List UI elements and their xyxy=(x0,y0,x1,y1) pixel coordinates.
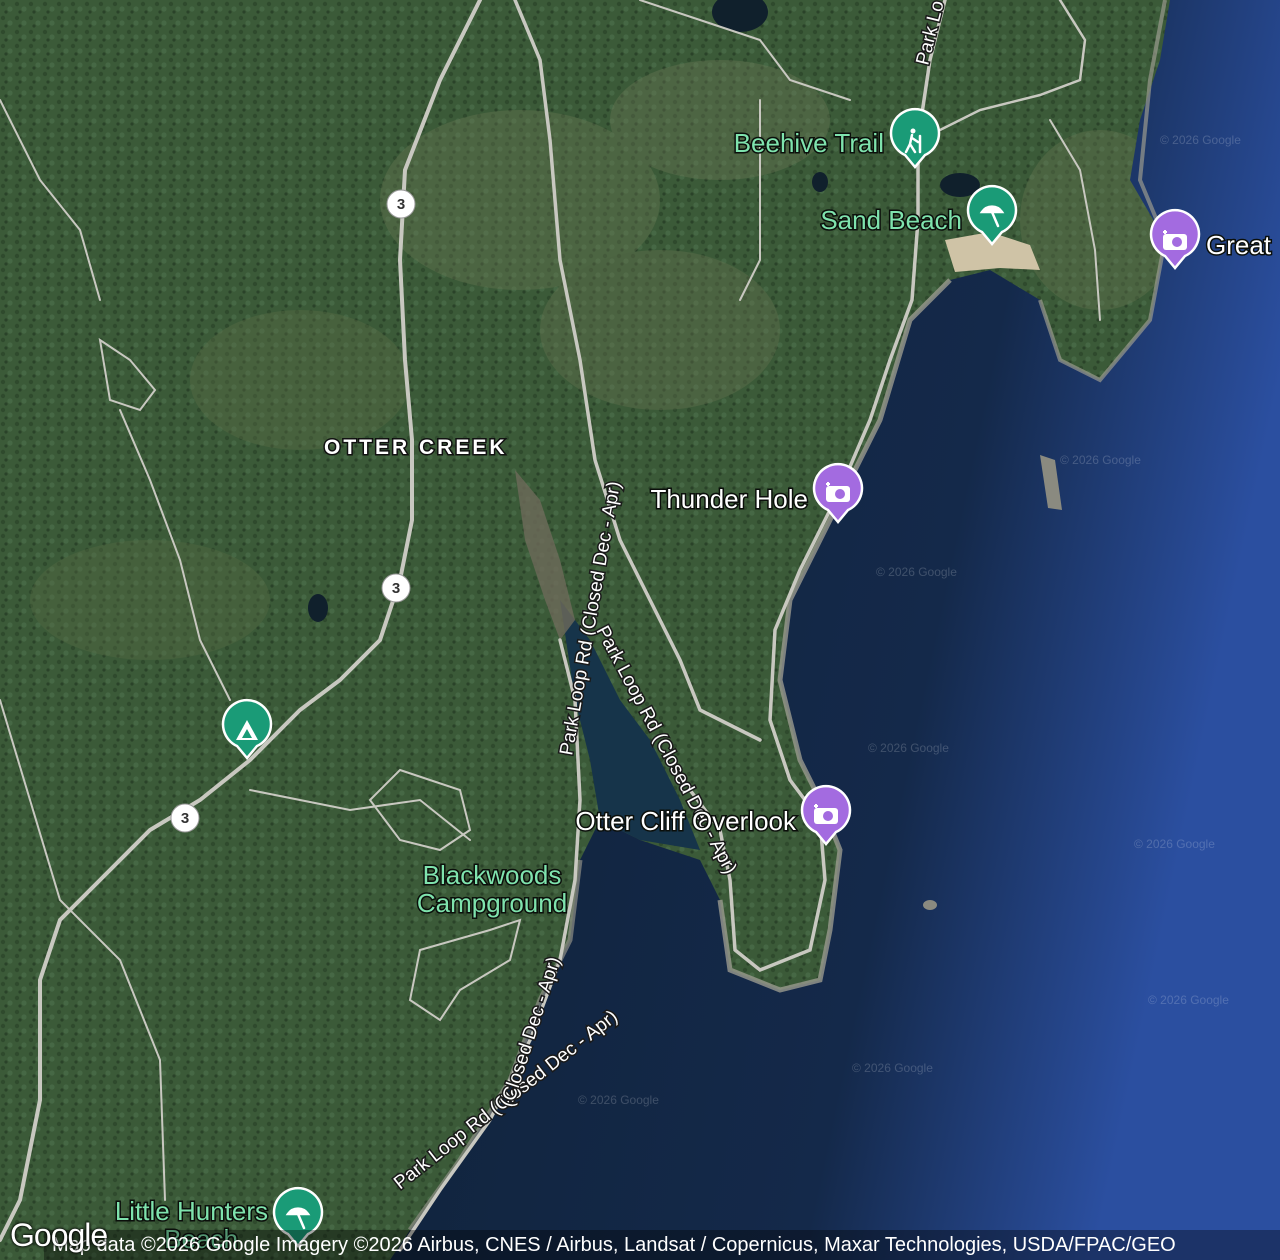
svg-text:3: 3 xyxy=(392,580,400,597)
route-shield-3: 3 xyxy=(170,803,200,833)
route-shield-3: 3 xyxy=(381,573,411,603)
svg-text:3: 3 xyxy=(397,196,405,213)
svg-text:© 2026 Google: © 2026 Google xyxy=(1160,133,1241,147)
svg-text:Campground: Campground xyxy=(417,888,567,918)
svg-text:Sand Beach: Sand Beach xyxy=(820,205,962,235)
svg-text:© 2026 Google: © 2026 Google xyxy=(1134,837,1215,851)
svg-text:© 2026 Google: © 2026 Google xyxy=(852,1061,933,1075)
svg-text:© 2026 Google: © 2026 Google xyxy=(1060,453,1141,467)
google-logo: Google xyxy=(10,1217,108,1253)
svg-text:Otter Cliff Overlook: Otter Cliff Overlook xyxy=(575,806,797,836)
route-shield-3: 3 xyxy=(386,189,416,219)
islet xyxy=(923,900,937,910)
svg-text:© 2026 Google: © 2026 Google xyxy=(876,565,957,579)
svg-text:© 2026 Google: © 2026 Google xyxy=(1148,993,1229,1007)
svg-text:3: 3 xyxy=(181,810,189,827)
svg-text:© 2026 Google: © 2026 Google xyxy=(578,1093,659,1107)
map-attribution[interactable]: Map data ©2026 Google Imagery ©2026 Airb… xyxy=(44,1230,1280,1260)
svg-text:Beehive Trail: Beehive Trail xyxy=(734,128,884,158)
svg-text:Thunder Hole: Thunder Hole xyxy=(650,484,808,514)
satellite-map[interactable]: © 2026 Google © 2026 Google © 2026 Googl… xyxy=(0,0,1280,1260)
svg-text:Blackwoods: Blackwoods xyxy=(423,860,562,890)
area-label-otter-creek: OTTER CREEK xyxy=(324,436,508,459)
svg-text:Little Hunters: Little Hunters xyxy=(115,1196,268,1226)
svg-text:Great: Great xyxy=(1206,230,1272,260)
svg-text:© 2026 Google: © 2026 Google xyxy=(868,741,949,755)
